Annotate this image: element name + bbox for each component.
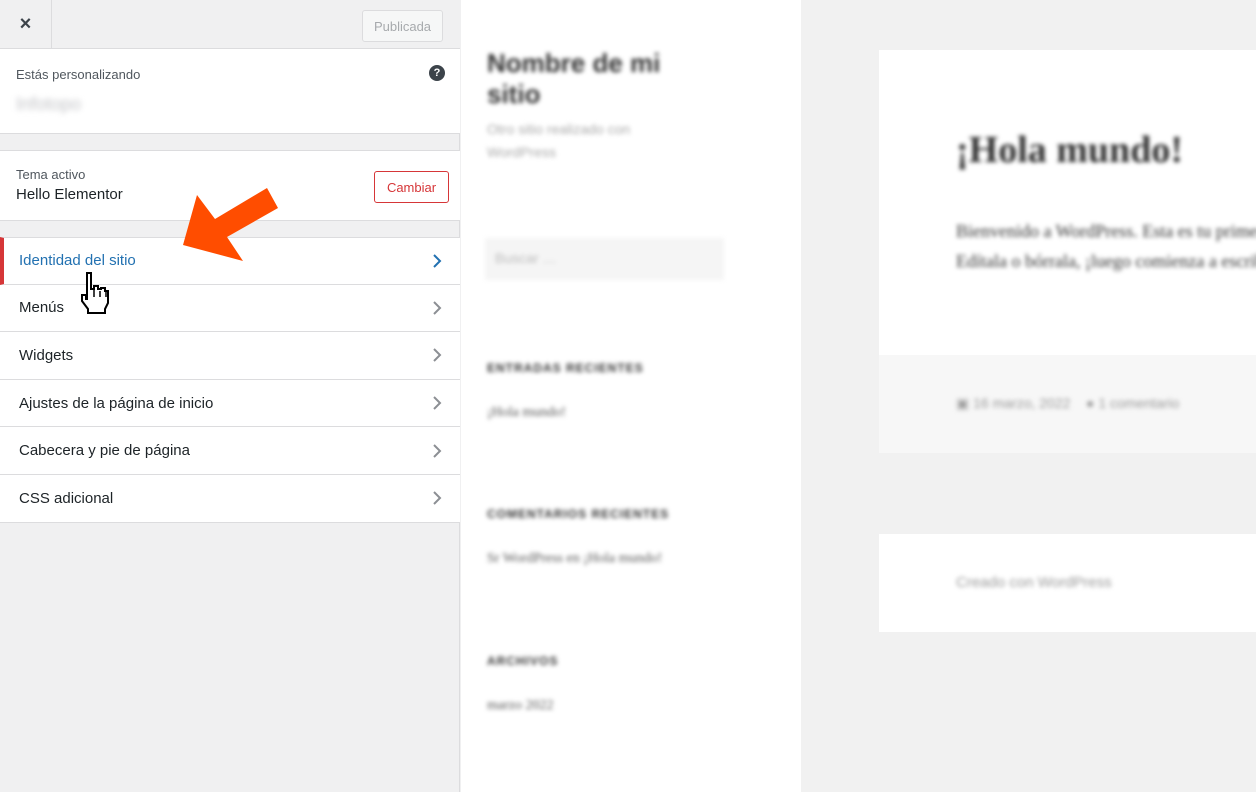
calendar-icon: ▣ [956, 395, 970, 411]
recent-posts-heading: ENTRADAS RECIENTES [487, 361, 644, 375]
post-card: ¡Hola mundo! Bienvenido a WordPress. Est… [879, 50, 1256, 355]
hand-cursor-icon [81, 272, 109, 314]
post-date[interactable]: 16 marzo, 2022 [973, 395, 1070, 411]
site-preview[interactable]: Nombre de mi sitio Otro sitio realizado … [461, 0, 1256, 792]
recent-comments-heading: COMENTARIOS RECIENTES [487, 507, 670, 521]
chevron-right-icon [433, 348, 442, 363]
chevron-right-icon [433, 396, 442, 410]
section-menus[interactable]: Menús [0, 284, 460, 333]
section-label: Ajustes de la página de inicio [19, 394, 214, 412]
customizer-header: × Publicada [0, 0, 460, 49]
preview-search-input[interactable]: Buscar … [485, 238, 724, 280]
chevron-right-icon [433, 443, 442, 458]
section-header-footer[interactable]: Cabecera y pie de página [0, 427, 460, 475]
section-label: Cabecera y pie de página [19, 442, 190, 460]
archive-link[interactable]: marzo 2022 [487, 698, 553, 714]
help-icon[interactable]: ? [429, 65, 445, 81]
post-title[interactable]: ¡Hola mundo! [956, 128, 1183, 172]
recent-comment-link[interactable]: Sr WordPress en ¡Hola mundo! [487, 551, 662, 567]
footer-credit[interactable]: Creado con WordPress [956, 574, 1112, 591]
active-theme-name: Hello Elementor [16, 186, 123, 203]
section-widgets[interactable]: Widgets [0, 332, 460, 380]
customizer-sections: Identidad del sitio Menús Widgets Ajuste… [0, 237, 460, 523]
post-meta: ▣ 16 marzo, 2022 ● 1 comentario [879, 355, 1256, 453]
change-theme-button[interactable]: Cambiar [374, 171, 449, 203]
customizer-sidebar: × Publicada Estás personalizando Infotop… [0, 0, 460, 792]
archives-heading: ARCHIVOS [487, 654, 559, 668]
annotation-arrow-icon [183, 188, 278, 261]
section-label: Menús [19, 299, 65, 317]
close-icon[interactable]: × [0, 0, 52, 48]
publish-button[interactable]: Publicada [362, 10, 443, 42]
chevron-right-icon [433, 491, 442, 505]
customizing-label: Estás personalizando [16, 67, 141, 82]
section-additional-css[interactable]: CSS adicional [0, 474, 460, 523]
preview-site-tagline: Otro sitio realizado con WordPress [487, 121, 631, 160]
section-homepage-settings[interactable]: Ajustes de la página de inicio [0, 379, 460, 428]
site-name: Infotopo [16, 94, 82, 114]
customizer-info: Estás personalizando Infotopo ? [0, 49, 460, 134]
section-label: CSS adicional [19, 489, 114, 507]
post-comments-link[interactable]: 1 comentario [1098, 395, 1179, 411]
post-body: Bienvenido a WordPress. Esta es tu prime… [956, 221, 1256, 271]
preview-site-title[interactable]: Nombre de mi sitio [487, 48, 707, 110]
active-theme-label: Tema activo [16, 167, 86, 182]
site-footer: Creado con WordPress [879, 534, 1256, 632]
chevron-right-icon [433, 254, 442, 268]
recent-post-link[interactable]: ¡Hola mundo! [487, 405, 566, 421]
chevron-right-icon [433, 301, 442, 315]
comment-icon: ● [1085, 395, 1095, 411]
section-label: Identidad del sitio [19, 252, 136, 270]
section-label: Widgets [19, 346, 74, 364]
preview-sidebar: Nombre de mi sitio Otro sitio realizado … [461, 0, 801, 792]
